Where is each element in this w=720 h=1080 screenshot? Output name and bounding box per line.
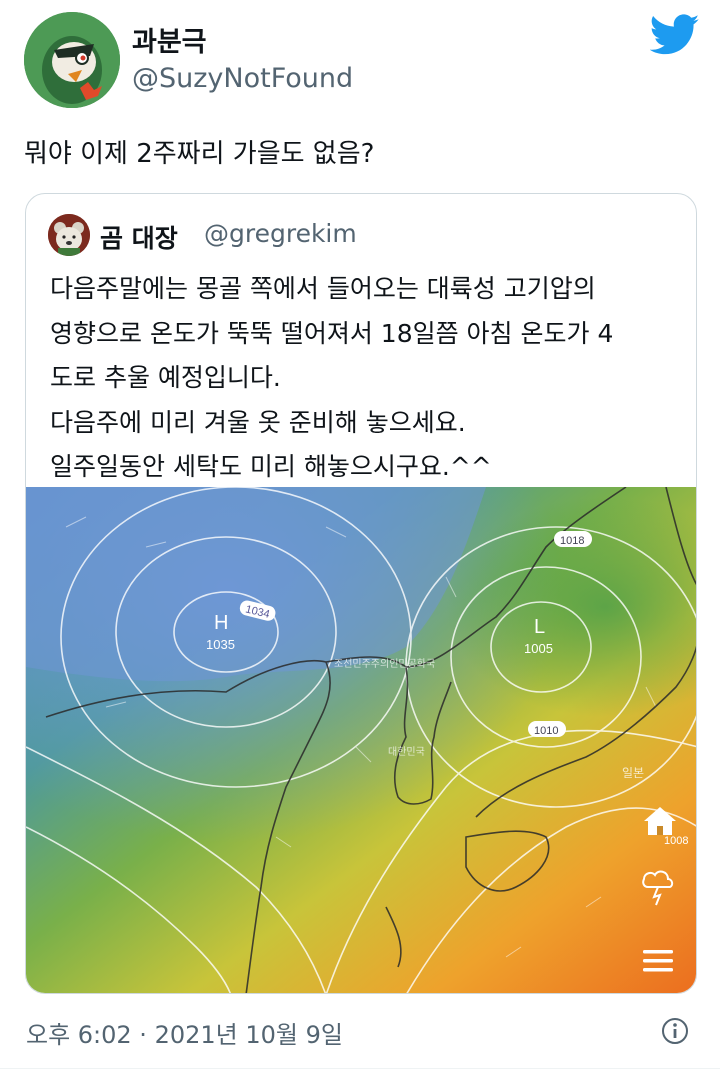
quoted-text-line: 영향으로 온도가 뚝뚝 떨어져서 18일쯤 아침 온도가 4 [50,318,614,348]
quoted-text-line: 일주일동안 세탁도 미리 해놓으시구요.^^ [50,452,492,481]
twitter-bird-icon[interactable] [650,14,700,56]
tweet-timestamp[interactable]: 오후 6:02 · 2021년 10월 9일 [26,1015,343,1050]
author-avatar[interactable] [24,12,120,108]
map-label-japan: 일본 [622,766,644,780]
menu-icon[interactable] [643,950,673,972]
isobar-label: 1018 [560,535,584,547]
quoted-text-line: 다음주에 미리 겨울 옷 준비해 놓으세요. [50,407,466,437]
divider [0,1068,720,1069]
isobar-label: 1010 [534,725,558,737]
low-pressure-marker: L [534,616,545,638]
low-pressure-value: 1005 [524,641,553,656]
map-label-south-korea: 대한민국 [388,746,425,758]
author-name[interactable]: 과분극 [132,20,207,59]
quoted-author-avatar[interactable] [48,214,90,256]
quoted-tweet-card[interactable]: 곰 대장 @gregrekim 다음주말에는 몽골 쪽에서 들어오는 대륙성 고… [25,193,697,994]
quoted-text-line: 도로 추울 예정입니다. [50,363,281,392]
high-pressure-marker: H [214,612,228,634]
map-label-north-korea: 조선민주주의인민공화국 [334,658,435,670]
avatar-character-icon [24,12,120,108]
quoted-author-name[interactable]: 곰 대장 [100,219,178,255]
isobar-label: 1008 [664,835,688,847]
weather-map-image[interactable]: H 1035 1034 L 1005 1018 1010 1008 조선민주주의… [26,487,697,994]
author-handle[interactable]: @SuzyNotFound [132,63,353,94]
high-pressure-value: 1035 [206,637,235,652]
quoted-author-handle[interactable]: @gregrekim [204,219,357,248]
quoted-text-line: 다음주말에는 몽골 쪽에서 들어오는 대륙성 고기압의 [50,274,596,303]
quoted-tweet-text: 다음주말에는 몽골 쪽에서 들어오는 대륙성 고기압의 영향으로 온도가 뚝뚝 … [50,267,680,490]
tweet-text: 뭐야 이제 2주짜리 가을도 없음? [24,139,375,169]
bear-avatar-icon [48,214,90,256]
info-icon[interactable] [661,1017,689,1045]
